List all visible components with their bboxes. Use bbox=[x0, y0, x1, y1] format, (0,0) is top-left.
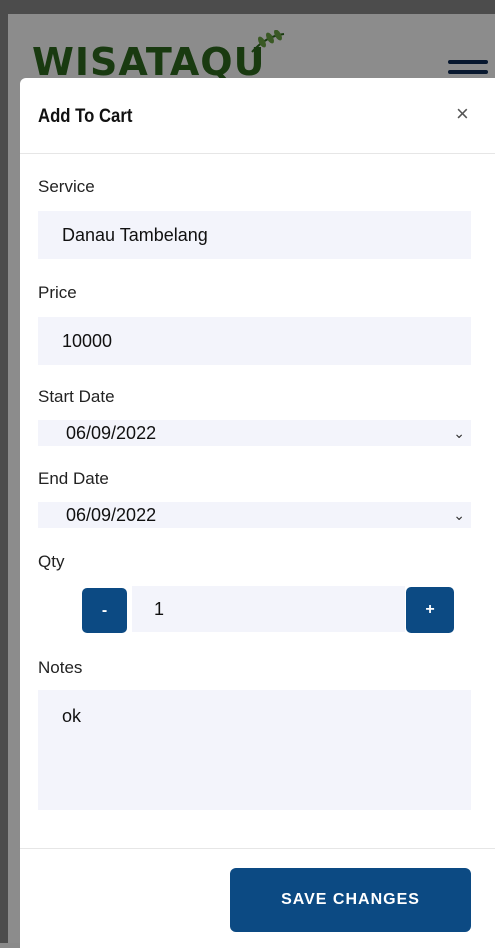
modal-header: Add To Cart × bbox=[20, 78, 495, 154]
end-date-select[interactable]: 06/09/2022 ⌄ bbox=[38, 502, 471, 528]
add-to-cart-modal: Add To Cart × Service Danau Tambelang Pr… bbox=[20, 78, 495, 948]
price-label: Price bbox=[38, 283, 77, 302]
qty-input[interactable]: 1 bbox=[132, 586, 405, 632]
notes-label: Notes bbox=[38, 658, 83, 677]
service-label: Service bbox=[38, 177, 95, 196]
modal-title: Add To Cart bbox=[38, 106, 133, 127]
chevron-down-icon: ⌄ bbox=[453, 425, 465, 441]
end-date-value: 06/09/2022 bbox=[66, 505, 157, 525]
chevron-down-icon: ⌄ bbox=[453, 507, 465, 523]
qty-decrement-button[interactable]: - bbox=[82, 588, 127, 633]
close-icon[interactable]: × bbox=[456, 101, 469, 127]
start-date-label: Start Date bbox=[38, 387, 115, 406]
start-date-select[interactable]: 06/09/2022 ⌄ bbox=[38, 420, 471, 446]
qty-label: Qty bbox=[38, 552, 65, 571]
modal-footer-divider bbox=[20, 848, 495, 849]
save-changes-button[interactable]: SAVE CHANGES bbox=[230, 868, 471, 932]
qty-increment-button[interactable]: + bbox=[406, 587, 454, 633]
start-date-value: 06/09/2022 bbox=[66, 423, 157, 443]
service-field[interactable]: Danau Tambelang bbox=[38, 211, 471, 259]
price-field[interactable]: 10000 bbox=[38, 317, 471, 365]
notes-textarea[interactable]: ok bbox=[38, 690, 471, 810]
end-date-label: End Date bbox=[38, 469, 109, 488]
